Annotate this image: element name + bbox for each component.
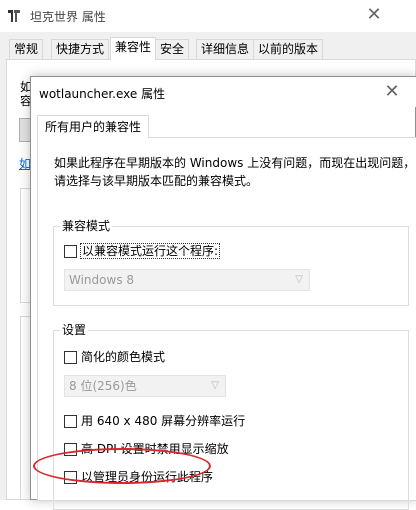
tab-shortcut[interactable]: 快捷方式 — [51, 39, 110, 59]
compat-all-users-dialog: wotlauncher.exe 属性 ✕ 所有用户的兼容性 如果此程序在早期版本… — [30, 76, 416, 510]
dialog-close-icon[interactable]: ✕ — [381, 81, 403, 103]
compat-mode-checkbox[interactable] — [64, 244, 77, 258]
intro-line-1: 如果此程序在早期版本的 Windows 上没有问题，而现在出现问题， — [54, 156, 416, 170]
settings-group: 设置 简化的颜色模式 8 位(256)色 ▽ 用 640 x 480 屏幕分辨率… — [53, 323, 409, 510]
compat-mode-group: 兼容模式 以兼容模式运行这个程序: Windows 8 ▽ — [53, 219, 409, 306]
tank-app-icon — [8, 10, 20, 22]
compat-os-select[interactable]: Windows 8 ▽ — [64, 269, 310, 291]
color-depth-select[interactable]: 8 位(256)色 ▽ — [64, 375, 226, 397]
tab-previous-versions[interactable]: 以前的版本 — [253, 39, 324, 59]
reduced-color-label[interactable]: 简化的颜色模式 — [81, 350, 165, 364]
back-titlebar: 坦克世界 属性 ✕ — [0, 0, 416, 32]
reduced-color-row[interactable]: 简化的颜色模式 — [64, 349, 165, 365]
compat-os-select-value: Windows 8 — [69, 273, 135, 287]
settings-group-label: 设置 — [60, 323, 89, 337]
high-dpi-row[interactable]: 高 DPI 设置时禁用显示缩放 — [64, 441, 229, 457]
color-depth-select-value: 8 位(256)色 — [69, 379, 137, 393]
compat-mode-checkbox-label[interactable]: 以兼容模式运行这个程序: — [79, 243, 221, 259]
run-as-admin-row[interactable]: 以管理员身份运行此程序 — [64, 469, 213, 485]
dialog-title: wotlauncher.exe 属性 — [39, 87, 166, 101]
tab-details[interactable]: 详细信息 — [196, 39, 255, 59]
tab-general[interactable]: 常规 — [9, 39, 44, 59]
back-close-icon[interactable]: ✕ — [363, 4, 385, 26]
compat-mode-checkbox-row[interactable]: 以兼容模式运行这个程序: — [64, 243, 221, 259]
high-dpi-checkbox[interactable] — [64, 442, 77, 456]
intro-text: 如果此程序在早期版本的 Windows 上没有问题，而现在出现问题， 请选择与该… — [54, 154, 416, 190]
intro-line-2: 请选择与该早期版本匹配的兼容模式。 — [54, 174, 259, 188]
resolution-640-label[interactable]: 用 640 x 480 屏幕分辨率运行 — [81, 414, 245, 428]
reduced-color-checkbox[interactable] — [64, 350, 77, 364]
dialog-titlebar: wotlauncher.exe 属性 ✕ — [31, 77, 416, 107]
run-as-admin-label[interactable]: 以管理员身份运行此程序 — [81, 470, 213, 484]
dialog-tab-panel: 如果此程序在早期版本的 Windows 上没有问题，而现在出现问题， 请选择与该… — [37, 137, 416, 510]
back-tabstrip: 常规 快捷方式 兼容性 安全 详细信息 以前的版本 — [0, 37, 416, 60]
tab-all-users-compatibility[interactable]: 所有用户的兼容性 — [37, 115, 150, 138]
resolution-640-checkbox[interactable] — [64, 414, 77, 428]
back-window-title: 坦克世界 属性 — [30, 10, 106, 24]
chevron-down-icon: ▽ — [211, 380, 219, 391]
tab-compatibility[interactable]: 兼容性 — [110, 37, 157, 60]
tab-security[interactable]: 安全 — [155, 39, 190, 59]
resolution-640-row[interactable]: 用 640 x 480 屏幕分辨率运行 — [64, 413, 245, 429]
high-dpi-label[interactable]: 高 DPI 设置时禁用显示缩放 — [81, 442, 229, 456]
run-as-admin-checkbox[interactable] — [64, 470, 77, 484]
dialog-tabstrip: 所有用户的兼容性 — [37, 115, 416, 138]
compat-mode-group-label: 兼容模式 — [60, 219, 113, 233]
chevron-down-icon: ▽ — [295, 274, 303, 285]
